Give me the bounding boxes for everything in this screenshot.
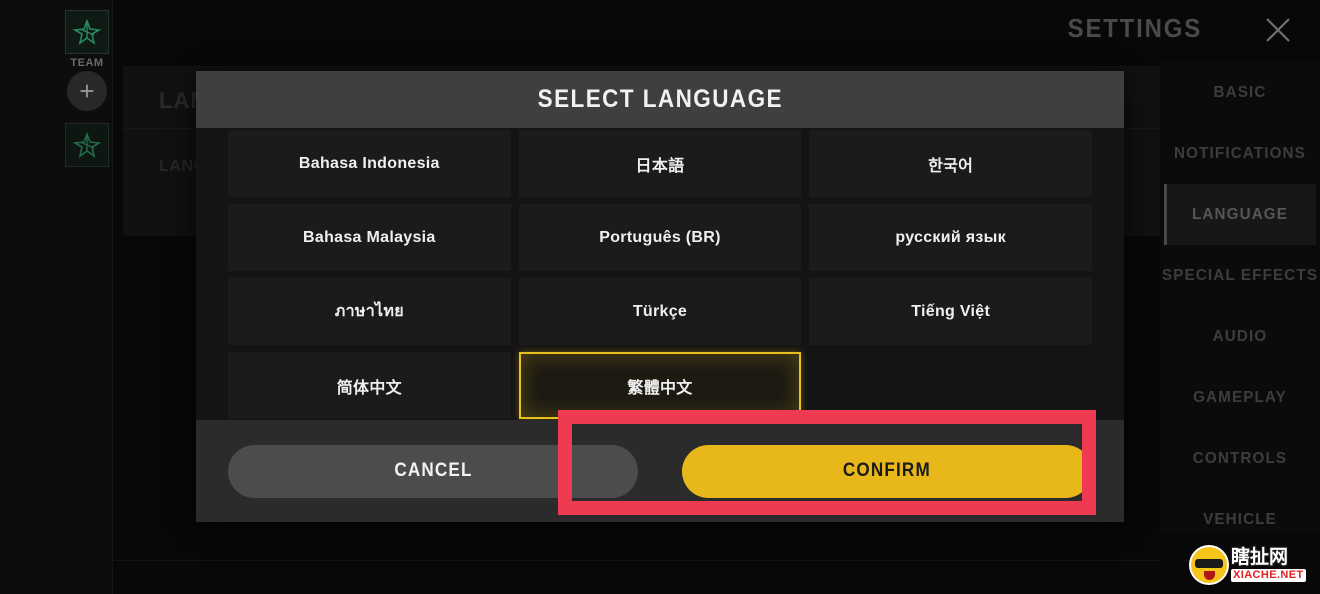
language-option[interactable]: Bahasa Indonesia [228,130,511,197]
left-team-rail: TEAM + [0,0,113,594]
language-option[interactable]: 繁體中文 [518,352,802,419]
sidebar-item-language[interactable]: LANGUAGE [1164,184,1316,245]
sidebar-item-label: GAMEPLAY [1193,388,1287,406]
sidebar-item-special-effects[interactable]: SPECIAL EFFECTS [1161,245,1319,306]
language-option-label: русский язык [895,228,1006,246]
team-label: TEAM [70,57,104,69]
language-option-label: 한국어 [928,157,974,175]
settings-sidebar: BASIC NOTIFICATIONS LANGUAGE SPECIAL EFFECT… [1160,62,1320,532]
team-block: TEAM + [64,10,110,167]
confirm-button-label: CONFIRM [842,460,931,481]
sidebar-item-label: SPECIAL EFFECTS [1161,266,1319,284]
language-option-empty [809,352,1092,419]
language-option-label: 简体中文 [336,379,402,397]
sidebar-item-label: NOTIFICATIONS [1174,144,1306,162]
language-option-label: ภาษาไทย [334,303,404,320]
language-option[interactable]: 한국어 [809,130,1092,197]
sidebar-item-label: BASIC [1213,83,1267,101]
watermark-en-text: XIACHE.NET [1231,569,1306,582]
sidebar-item-label: VEHICLE [1203,510,1277,528]
player-avatar-icon-2[interactable] [65,123,109,167]
language-option[interactable]: Tiếng Việt [809,278,1092,345]
sidebar-item-label: LANGUAGE [1191,205,1289,223]
watermark-cn-text: 瞎扯网 [1230,546,1290,569]
language-option[interactable]: Português (BR) [518,204,802,271]
game-settings-screen: TEAM + LANG LANG SETTINGS BASIC NOTIFICAT… [0,0,1320,594]
dialog-body: Bahasa Indonesia 日本語 한국어 Bahasa Malaysia Por… [196,128,1124,420]
language-grid: Bahasa Indonesia 日本語 한국어 Bahasa Malaysia Por… [228,128,1092,419]
language-option[interactable]: Bahasa Malaysia [228,204,511,271]
dialog-titlebar: SELECT LANGUAGE [196,71,1124,128]
sidebar-item-label: CONTROLS [1192,449,1288,467]
watermark: 瞎扯网 XIACHE.NET [1189,543,1309,587]
page-title: SETTINGS [1067,13,1202,43]
language-option[interactable]: 日本語 [518,130,802,197]
cancel-button-label: CANCEL [393,460,473,481]
language-option-label: 日本語 [635,157,685,175]
dialog-title: SELECT LANGUAGE [537,85,783,113]
select-language-dialog: SELECT LANGUAGE Bahasa Indonesia 日本語 한국어 Ba… [196,71,1124,522]
language-option-label: Bahasa Malaysia [303,228,436,246]
sidebar-item-gameplay[interactable]: GAMEPLAY [1164,367,1316,428]
language-option-label: 繁體中文 [627,379,693,397]
sidebar-item-notifications[interactable]: NOTIFICATIONS [1164,123,1316,184]
sidebar-item-vehicle[interactable]: VEHICLE [1164,489,1316,550]
sidebar-item-controls[interactable]: CONTROLS [1164,428,1316,489]
dialog-footer: CANCEL CONFIRM [196,420,1124,522]
language-option-label: Bahasa Indonesia [298,154,440,172]
language-option[interactable]: русский язык [809,204,1092,271]
add-teammate-button[interactable]: + [67,71,107,111]
background-bottom-divider [113,560,1158,561]
language-option[interactable]: Türkçe [518,278,802,345]
close-icon[interactable] [1260,12,1296,48]
smiley-sunglasses-icon [1189,545,1229,585]
player-avatar-icon[interactable] [65,10,109,54]
sidebar-item-basic[interactable]: BASIC [1164,62,1316,123]
language-option-label: Tiếng Việt [911,302,991,320]
confirm-button[interactable]: CONFIRM [682,444,1092,498]
sidebar-item-audio[interactable]: AUDIO [1164,306,1316,367]
language-option[interactable]: ภาษาไทย [228,278,511,345]
language-option[interactable]: 简体中文 [228,352,511,419]
language-option-label: Português (BR) [599,228,721,246]
cancel-button[interactable]: CANCEL [228,444,638,498]
sidebar-item-label: AUDIO [1212,327,1268,345]
settings-header: SETTINGS [1000,0,1320,60]
language-option-label: Türkçe [632,302,688,320]
